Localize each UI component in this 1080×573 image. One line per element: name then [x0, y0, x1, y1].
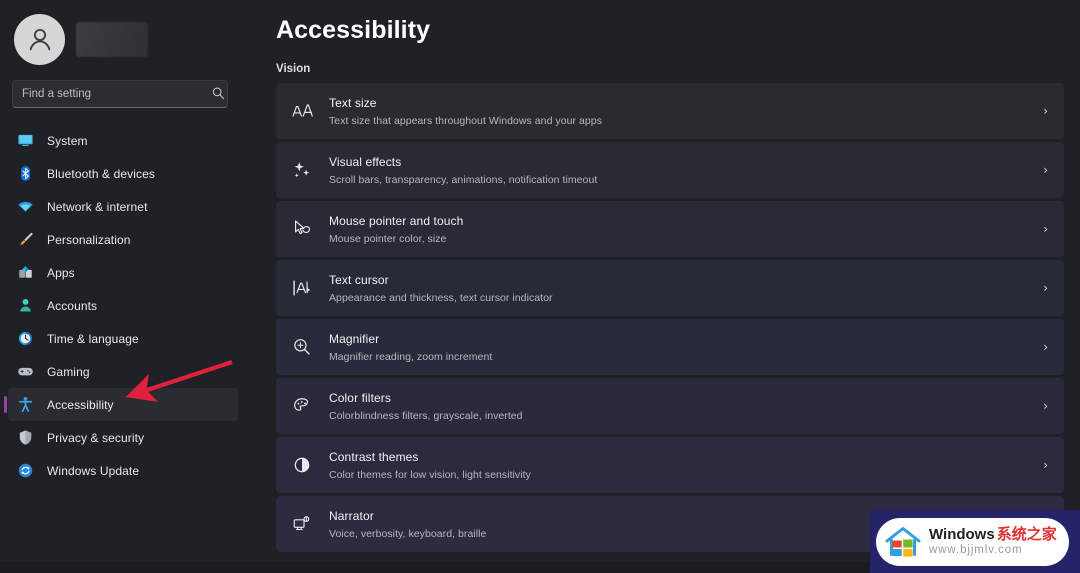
- setting-row-contrast-themes[interactable]: Contrast themes Color themes for low vis…: [276, 437, 1064, 493]
- row-title: Text cursor: [329, 272, 389, 287]
- row-title: Mouse pointer and touch: [329, 213, 464, 228]
- contrast-circle-icon: [289, 452, 315, 478]
- row-subtitle: Magnifier reading, zoom increment: [329, 350, 493, 363]
- row-text: Text cursor Appearance and thickness, te…: [329, 271, 1043, 306]
- shield-icon: [16, 429, 34, 447]
- watermark-brand-en: Windows: [929, 525, 995, 543]
- sidebar-item-label: Accounts: [47, 298, 98, 313]
- monitor-icon: [16, 132, 34, 150]
- mouse-pointer-icon: [289, 216, 315, 242]
- sidebar-item-system[interactable]: System: [8, 124, 238, 157]
- page-title: Accessibility: [276, 16, 431, 44]
- bluetooth-icon: [16, 165, 34, 183]
- row-text: Visual effects Scroll bars, transparency…: [329, 153, 1043, 188]
- watermark-text: Windows 系统之家 www.bjjmlv.com: [929, 527, 1057, 557]
- chevron-right-icon[interactable]: ›: [1043, 281, 1048, 295]
- search-input[interactable]: [12, 80, 228, 108]
- sidebar-item-label: Accessibility: [47, 397, 114, 412]
- row-title: Visual effects: [329, 154, 402, 169]
- sidebar: System Bluetooth & devices: [0, 0, 246, 573]
- chevron-right-icon[interactable]: ›: [1043, 104, 1048, 118]
- chevron-right-icon[interactable]: ›: [1043, 222, 1048, 236]
- watermark-brand-cn: 系统之家: [996, 525, 1057, 543]
- sidebar-item-label: Personalization: [47, 232, 131, 247]
- row-text: Contrast themes Color themes for low vis…: [329, 448, 1043, 483]
- sidebar-item-accounts[interactable]: Accounts: [8, 289, 238, 322]
- row-subtitle: Appearance and thickness, text cursor in…: [329, 291, 553, 304]
- main-content: Accessibility Vision Text size Text size…: [246, 0, 1080, 573]
- row-title: Contrast themes: [329, 449, 419, 464]
- row-text: Color filters Colorblindness filters, gr…: [329, 389, 1043, 424]
- row-title: Text size: [329, 95, 377, 110]
- sidebar-item-label: Time & language: [47, 331, 139, 346]
- sidebar-item-label: Bluetooth & devices: [47, 166, 155, 181]
- sidebar-nav: System Bluetooth & devices Network & int…: [0, 124, 246, 487]
- sidebar-item-label: Windows Update: [47, 463, 140, 478]
- settings-window: System Bluetooth & devices: [0, 0, 1080, 573]
- setting-row-magnifier[interactable]: Magnifier Magnifier reading, zoom increm…: [276, 319, 1064, 375]
- person-icon: [16, 297, 34, 315]
- sidebar-item-label: System: [47, 133, 88, 148]
- row-subtitle: Scroll bars, transparency, animations, n…: [329, 173, 598, 186]
- account-header[interactable]: [0, 8, 246, 70]
- accessibility-icon: [16, 396, 34, 414]
- row-subtitle: Color themes for low vision, light sensi…: [329, 468, 531, 481]
- setting-row-text-cursor[interactable]: Text cursor Appearance and thickness, te…: [276, 260, 1064, 316]
- sidebar-item-label: Network & internet: [47, 199, 148, 214]
- row-text: Mouse pointer and touch Mouse pointer co…: [329, 212, 1043, 247]
- chevron-right-icon[interactable]: ›: [1043, 458, 1048, 472]
- text-cursor-icon: [289, 275, 315, 301]
- setting-row-color-filters[interactable]: Color filters Colorblindness filters, gr…: [276, 378, 1064, 434]
- apps-grid-icon: [16, 264, 34, 282]
- account-name-redacted: [76, 21, 148, 57]
- clock-icon: [16, 330, 34, 348]
- row-title: Color filters: [329, 390, 391, 405]
- chevron-right-icon[interactable]: ›: [1043, 399, 1048, 413]
- watermark-brand: Windows 系统之家: [929, 527, 1057, 542]
- sidebar-item-windows-update[interactable]: Windows Update: [8, 454, 238, 487]
- sidebar-item-gaming[interactable]: Gaming: [8, 355, 238, 388]
- sidebar-item-apps[interactable]: Apps: [8, 256, 238, 289]
- windows-house-logo-icon: [885, 526, 921, 557]
- color-palette-icon: [289, 393, 315, 419]
- sidebar-bottom-strip: [0, 562, 246, 573]
- update-sync-icon: [16, 462, 34, 480]
- sidebar-item-accessibility[interactable]: Accessibility: [4, 388, 238, 421]
- row-title: Narrator: [329, 508, 374, 523]
- sidebar-item-time-language[interactable]: Time & language: [8, 322, 238, 355]
- text-size-aa-icon: [289, 98, 315, 124]
- setting-row-text-size[interactable]: Text size Text size that appears through…: [276, 83, 1064, 139]
- settings-list: Text size Text size that appears through…: [246, 83, 1080, 552]
- chevron-right-icon[interactable]: ›: [1043, 163, 1048, 177]
- avatar: [14, 13, 65, 65]
- watermark-pill: Windows 系统之家 www.bjjmlv.com: [876, 517, 1069, 566]
- section-label-vision: Vision: [276, 63, 311, 75]
- sidebar-item-label: Gaming: [47, 364, 90, 379]
- person-avatar-icon: [29, 29, 50, 51]
- setting-row-visual-effects[interactable]: Visual effects Scroll bars, transparency…: [276, 142, 1064, 198]
- sidebar-item-personalization[interactable]: Personalization: [8, 223, 238, 256]
- sidebar-item-label: Apps: [47, 265, 75, 280]
- sidebar-item-network-internet[interactable]: Network & internet: [8, 190, 238, 223]
- search-container: [12, 80, 234, 108]
- wifi-icon: [16, 198, 34, 216]
- watermark: Windows 系统之家 www.bjjmlv.com: [870, 510, 1080, 573]
- narrator-icon: [289, 511, 315, 537]
- magnifier-icon: [289, 334, 315, 360]
- watermark-url: www.bjjmlv.com: [929, 543, 1023, 556]
- sidebar-item-label: Privacy & security: [47, 430, 145, 445]
- gamepad-icon: [16, 363, 34, 381]
- setting-row-mouse-pointer-and-touch[interactable]: Mouse pointer and touch Mouse pointer co…: [276, 201, 1064, 257]
- row-subtitle: Mouse pointer color, size: [329, 232, 447, 245]
- row-text: Magnifier Magnifier reading, zoom increm…: [329, 330, 1043, 365]
- sidebar-item-privacy-security[interactable]: Privacy & security: [8, 421, 238, 454]
- row-title: Magnifier: [329, 331, 380, 346]
- row-subtitle: Text size that appears throughout Window…: [329, 114, 602, 127]
- paintbrush-icon: [16, 231, 34, 249]
- row-subtitle: Colorblindness filters, grayscale, inver…: [329, 409, 523, 422]
- sidebar-item-bluetooth-devices[interactable]: Bluetooth & devices: [8, 157, 238, 190]
- sparkles-icon: [289, 157, 315, 183]
- row-text: Text size Text size that appears through…: [329, 94, 1043, 129]
- chevron-right-icon[interactable]: ›: [1043, 340, 1048, 354]
